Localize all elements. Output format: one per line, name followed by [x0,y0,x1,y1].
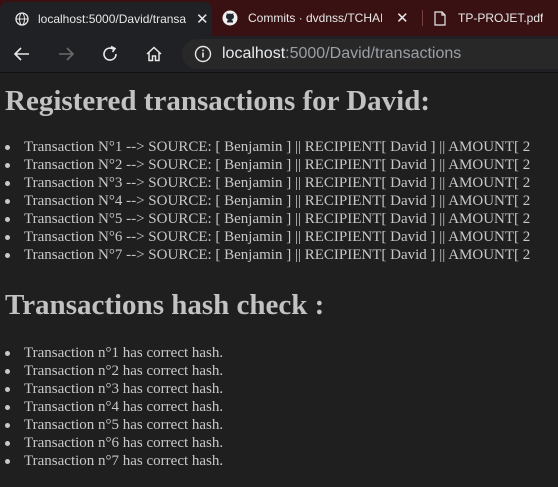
transactions-heading: Registered transactions for David: [5,85,431,117]
hash-check-item: Transaction n°1 has correct hash. [0,344,223,362]
transaction-item: Transaction N°2 --> SOURCE: [ Benjamin ]… [0,156,530,174]
forward-arrow-icon [59,47,75,61]
url-path: :5000/David/transactions [285,45,462,62]
hash-check-item: Transaction n°6 has correct hash. [0,434,223,452]
tab-commits[interactable]: Commits · dvdnss/TCHAI-D ✕ [214,0,414,36]
close-icon[interactable]: ✕ [396,9,409,27]
hash-check-item: Transaction n°3 has correct hash. [0,380,223,398]
info-icon[interactable] [194,45,212,63]
reload-icon [103,45,117,61]
tab-title: localhost:5000/David/transa [38,12,187,26]
transaction-item: Transaction N°4 --> SOURCE: [ Benjamin ]… [0,192,530,210]
github-icon [222,10,238,26]
back-button[interactable] [10,42,34,66]
transaction-item: Transaction N°7 --> SOURCE: [ Benjamin ]… [0,246,530,264]
tab-pdf[interactable]: TP-PROJET.pdf [424,0,558,36]
transaction-item: Transaction N°5 --> SOURCE: [ Benjamin ]… [0,210,530,228]
tab-transactions[interactable]: localhost:5000/David/transa ✕ [0,2,212,36]
home-button[interactable] [142,42,166,66]
tab-title: Commits · dvdnss/TCHAI-D [248,11,382,25]
browser-toolbar: localhost:5000/David/transactions [0,36,558,73]
document-icon [432,10,448,26]
close-icon[interactable]: ✕ [196,10,209,28]
hash-check-item: Transaction n°4 has correct hash. [0,398,223,416]
hash-check-item: Transaction n°7 has correct hash. [0,452,223,470]
hash-check-item: Transaction n°2 has correct hash. [0,362,223,380]
tab-separator [422,10,423,26]
address-bar[interactable]: localhost:5000/David/transactions [182,39,558,69]
transaction-list: Transaction N°1 --> SOURCE: [ Benjamin ]… [0,138,530,264]
hash-check-list: Transaction n°1 has correct hash. Transa… [0,344,223,470]
url-text: localhost:5000/David/transactions [222,45,461,63]
back-arrow-icon [13,47,29,61]
forward-button[interactable] [54,42,78,66]
tab-title: TP-PROJET.pdf [458,11,544,25]
transaction-item: Transaction N°1 --> SOURCE: [ Benjamin ]… [0,138,530,156]
tab-strip: localhost:5000/David/transa ✕ Commits · … [0,0,558,36]
globe-icon [14,11,30,27]
reload-button[interactable] [98,42,122,66]
home-icon [146,46,162,62]
transaction-item: Transaction N°6 --> SOURCE: [ Benjamin ]… [0,228,530,246]
transaction-item: Transaction N°3 --> SOURCE: [ Benjamin ]… [0,174,530,192]
hash-check-item: Transaction n°5 has correct hash. [0,416,223,434]
url-host: localhost [222,45,286,62]
hash-check-heading: Transactions hash check : [5,289,325,321]
